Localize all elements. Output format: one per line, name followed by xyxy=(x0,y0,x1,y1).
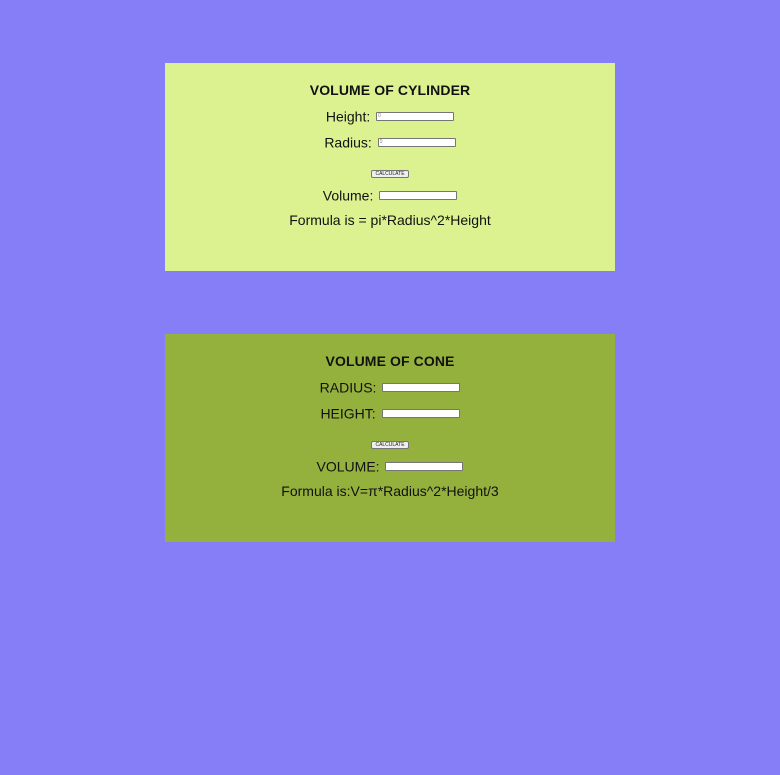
cone-volume-label: VOLUME: xyxy=(316,458,380,475)
cylinder-title: VOLUME OF CYLINDER xyxy=(309,82,471,98)
cylinder-calculate-row: CALCULATE xyxy=(165,161,615,179)
cylinder-calculate-button[interactable]: CALCULATE xyxy=(371,170,409,178)
cone-panel: VOLUME OF CONE RADIUS: HEIGHT: CALCULATE… xyxy=(165,334,615,542)
cone-radius-input[interactable] xyxy=(382,382,461,392)
cone-title: VOLUME OF CONE xyxy=(325,353,455,369)
cone-formula: Formula is:V=π*Radius^2*Height/3 xyxy=(281,483,499,499)
cylinder-volume-label: Volume: xyxy=(322,187,374,204)
cylinder-formula: Formula is = pi*Radius^2*Height xyxy=(289,212,491,228)
cone-height-row: HEIGHT: xyxy=(165,403,615,422)
cylinder-radius-label: Radius: xyxy=(324,134,372,151)
cone-height-input[interactable] xyxy=(381,408,460,418)
cylinder-radius-row: Radius: xyxy=(165,132,615,151)
cylinder-height-row: Height: xyxy=(165,106,615,125)
cylinder-volume-output[interactable] xyxy=(379,190,458,200)
cylinder-panel: VOLUME OF CYLINDER Height: Radius: CALCU… xyxy=(165,63,615,271)
cone-volume-output[interactable] xyxy=(385,461,464,471)
cylinder-height-label: Height: xyxy=(325,108,371,125)
cone-radius-row: RADIUS: xyxy=(165,377,615,396)
cone-volume-row: VOLUME: xyxy=(165,456,615,475)
cone-radius-label: RADIUS: xyxy=(319,379,377,396)
cylinder-height-input[interactable] xyxy=(376,111,455,121)
cone-calculate-button[interactable]: CALCULATE xyxy=(371,441,409,449)
cylinder-radius-input[interactable] xyxy=(377,137,456,147)
cylinder-volume-row: Volume: xyxy=(165,185,615,204)
cone-height-label: HEIGHT: xyxy=(320,405,376,422)
cone-calculate-row: CALCULATE xyxy=(165,432,615,450)
